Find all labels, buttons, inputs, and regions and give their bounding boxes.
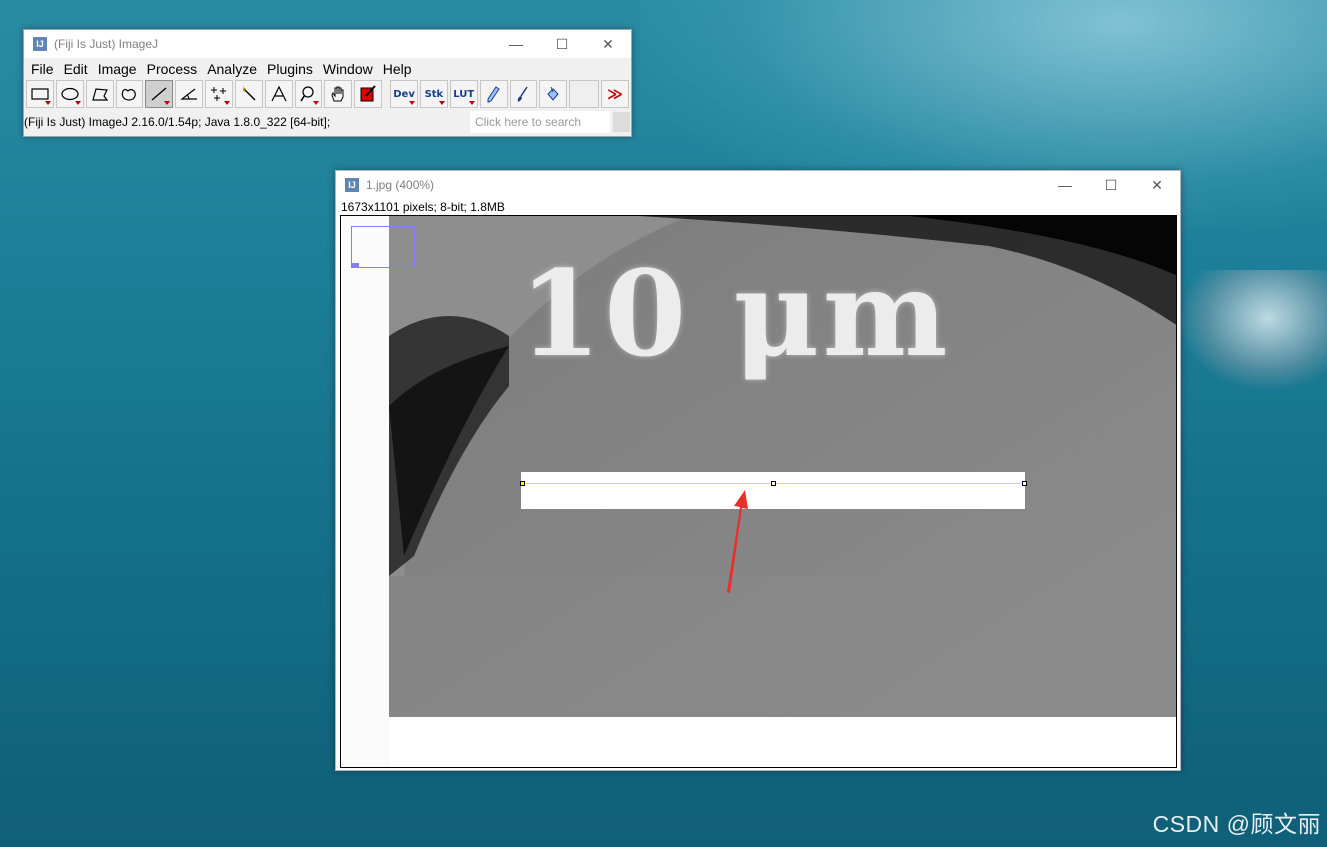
status-text: (Fiji Is Just) ImageJ 2.16.0/1.54p; Java… [24,115,331,129]
roi-overlay [389,216,1176,717]
rectangle-icon [31,88,49,100]
angle-tool[interactable] [175,80,204,108]
imagej-window-controls: — ☐ ✕ [493,30,631,58]
point-tool[interactable] [205,80,233,108]
flood-fill-tool[interactable] [539,80,568,108]
minimize-button[interactable]: — [1042,171,1088,199]
tool-options-indicator [438,101,445,105]
straight-line-tool[interactable] [145,80,174,108]
image-info: 1673x1101 pixels; 8-bit; 1.8MB [341,200,505,214]
minimize-button[interactable]: — [493,30,539,58]
statusbar: (Fiji Is Just) ImageJ 2.16.0/1.54p; Java… [24,109,631,135]
search-input[interactable]: Click here to search [470,111,610,133]
dev-label: Dev [393,88,415,100]
more-tools-button[interactable]: ≫ [601,80,629,108]
oval-tool[interactable] [55,80,84,108]
scroll-tool[interactable] [324,80,353,108]
freehand-icon [122,88,137,101]
text-icon [271,85,287,102]
empty-tool-slot[interactable] [569,80,600,108]
pencil-icon [487,86,500,103]
stk-label: Stk [424,88,444,100]
line-handle-start[interactable] [520,481,525,486]
menu-file[interactable]: File [26,61,59,77]
color-picker-tool[interactable] [354,80,383,108]
paint-bucket-icon [547,86,559,101]
maximize-button[interactable]: ☐ [539,30,585,58]
menubar: File Edit Image Process Analyze Plugins … [24,58,631,79]
tool-options-indicator [164,101,171,105]
wand-tool[interactable] [234,80,263,108]
image-canvas[interactable]: 10 μm [340,215,1177,768]
image-window-titlebar[interactable]: IJ 1.jpg (400%) — ☐ ✕ [336,171,1180,199]
pencil-tool[interactable] [479,80,508,108]
imagej-main-window: IJ (Fiji Is Just) ImageJ — ☐ ✕ File Edit… [23,29,632,137]
imagej-app-icon: IJ [345,178,359,192]
menu-edit[interactable]: Edit [59,61,93,77]
tool-options-indicator [74,101,81,105]
watermark-text: CSDN @顾文丽 [1152,811,1321,837]
brush-tool[interactable] [509,80,538,108]
image-window: IJ 1.jpg (400%) — ☐ ✕ 1673x1101 pixels; … [335,170,1181,771]
rectangle-tool[interactable] [26,80,54,108]
image-window-title: 1.jpg (400%) [366,178,435,192]
tool-options-indicator [408,101,415,105]
menu-process[interactable]: Process [142,61,203,77]
text-tool[interactable] [264,80,293,108]
close-button[interactable]: ✕ [1134,171,1180,199]
menu-analyze[interactable]: Analyze [202,61,262,77]
dev-tools-menu[interactable]: Dev [390,80,418,108]
tool-options-indicator [468,101,475,105]
desktop-background-wave [1180,270,1327,390]
polygon-tool[interactable] [85,80,114,108]
imagej-app-icon: IJ [33,37,47,51]
search-button[interactable] [613,112,630,132]
menu-plugins[interactable]: Plugins [262,61,318,77]
menu-window[interactable]: Window [318,61,378,77]
navigator-indicator [352,263,359,267]
line-handle-end[interactable] [1022,481,1027,486]
lut-menu[interactable]: LUT [449,80,478,108]
imagej-window-title: (Fiji Is Just) ImageJ [54,37,159,51]
tool-options-indicator [44,101,51,105]
stack-tools-menu[interactable]: Stk [419,80,448,108]
maximize-button[interactable]: ☐ [1088,171,1134,199]
tool-options-indicator [223,101,230,105]
image-window-controls: — ☐ ✕ [1042,171,1180,199]
image-margin [341,216,389,767]
close-button[interactable]: ✕ [585,30,631,58]
oval-icon [61,87,79,101]
magic-wand-icon [242,86,256,101]
zoom-tool[interactable] [294,80,323,108]
menu-image[interactable]: Image [93,61,142,77]
hand-icon [331,86,344,102]
tool-options-indicator [313,101,320,105]
polygon-icon [91,88,108,101]
imagej-titlebar[interactable]: IJ (Fiji Is Just) ImageJ — ☐ ✕ [24,30,631,58]
angle-icon [180,88,198,100]
line-handle-middle[interactable] [771,481,776,486]
brush-icon [518,86,529,102]
toolbar: Dev Stk LUT ≫ [24,79,631,109]
color-picker-icon [360,85,376,102]
freehand-tool[interactable] [115,80,144,108]
menu-help[interactable]: Help [378,61,417,77]
lut-label: LUT [453,88,475,100]
annotation-arrow [727,490,748,593]
